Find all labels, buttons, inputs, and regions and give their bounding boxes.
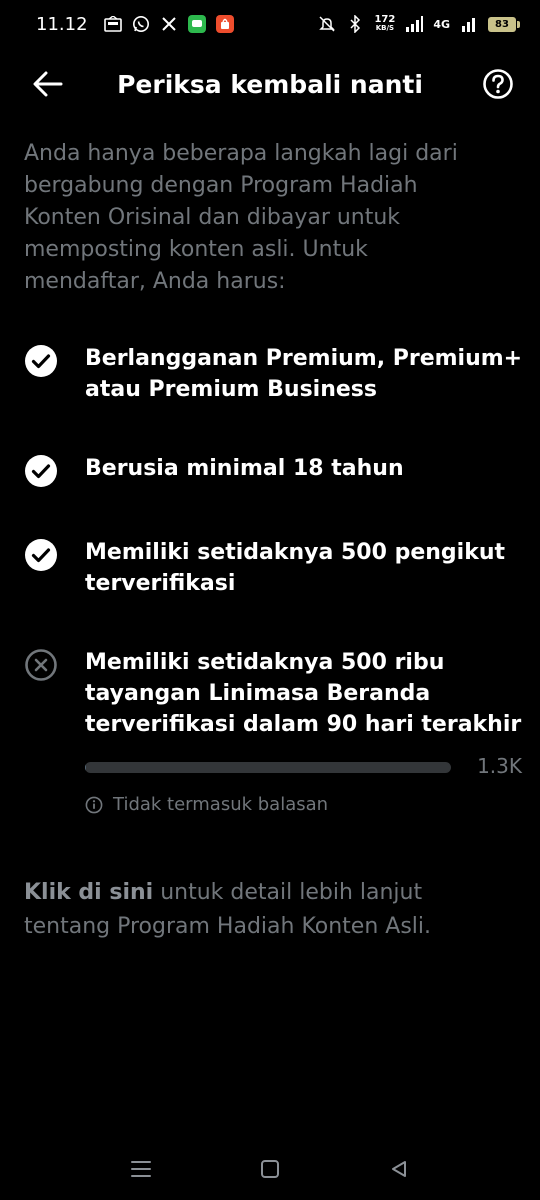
whatsapp-icon bbox=[132, 15, 150, 33]
bluetooth-icon bbox=[346, 15, 364, 33]
back-nav-button[interactable] bbox=[384, 1154, 414, 1184]
net-speed-value: 172 bbox=[374, 14, 396, 25]
system-nav-bar bbox=[0, 1140, 540, 1200]
page-title: Periksa kembali nanti bbox=[117, 69, 423, 99]
home-square-icon bbox=[261, 1160, 279, 1178]
net-speed: 172 KB/S bbox=[374, 15, 395, 33]
status-bar: 11.12 172 KB/S 4G 83 bbox=[0, 0, 540, 48]
x-circle-icon bbox=[25, 649, 57, 681]
battery-indicator: 83 bbox=[488, 16, 520, 32]
status-right: 172 KB/S 4G 83 bbox=[318, 15, 520, 33]
back-arrow-icon bbox=[33, 71, 63, 97]
help-icon bbox=[483, 69, 513, 99]
progress-note-text: Tidak termasuk balasan bbox=[113, 794, 329, 815]
views-progress-bar bbox=[85, 762, 451, 773]
x-icon bbox=[160, 15, 178, 33]
signal-icon bbox=[405, 15, 424, 33]
home-button[interactable] bbox=[255, 1154, 285, 1184]
progress-fill bbox=[85, 762, 86, 773]
menu-icon bbox=[131, 1161, 151, 1177]
recent-apps-button[interactable] bbox=[126, 1154, 156, 1184]
details-link[interactable]: Klik di sini bbox=[24, 880, 153, 905]
net-speed-unit: KB/S bbox=[375, 24, 395, 32]
requirement-text: Berlangganan Premium, Premium+ atau Prem… bbox=[85, 346, 523, 402]
progress-note: Tidak termasuk balasan bbox=[85, 794, 328, 815]
network-type: 4G bbox=[433, 17, 450, 31]
requirement-text: Memiliki setidaknya 500 pengikut terveri… bbox=[85, 540, 506, 596]
wifi-icon bbox=[460, 15, 478, 33]
progress-value: 1.3K bbox=[477, 754, 522, 778]
status-time: 11.12 bbox=[36, 13, 88, 35]
check-circle-icon bbox=[25, 455, 57, 487]
help-button[interactable] bbox=[482, 68, 514, 100]
requirement-text: Memiliki setidaknya 500 ribu tayangan Li… bbox=[85, 650, 522, 737]
intro-text: Anda hanya beberapa langkah lagi dari be… bbox=[24, 141, 458, 294]
news-icon bbox=[103, 15, 122, 33]
footer-text: Klik di sini untuk detail lebih lanjut t… bbox=[24, 876, 504, 944]
info-icon bbox=[85, 796, 103, 813]
check-circle-icon bbox=[25, 345, 57, 377]
check-circle-icon bbox=[25, 539, 57, 571]
chat-icon bbox=[187, 15, 206, 33]
mute-icon bbox=[318, 15, 336, 33]
back-triangle-icon bbox=[392, 1161, 406, 1177]
shop-icon bbox=[215, 15, 234, 33]
requirement-text: Berusia minimal 18 tahun bbox=[85, 456, 404, 481]
status-left: 11.12 bbox=[36, 14, 234, 35]
back-button[interactable] bbox=[30, 66, 66, 102]
header: Periksa kembali nanti bbox=[0, 52, 540, 116]
